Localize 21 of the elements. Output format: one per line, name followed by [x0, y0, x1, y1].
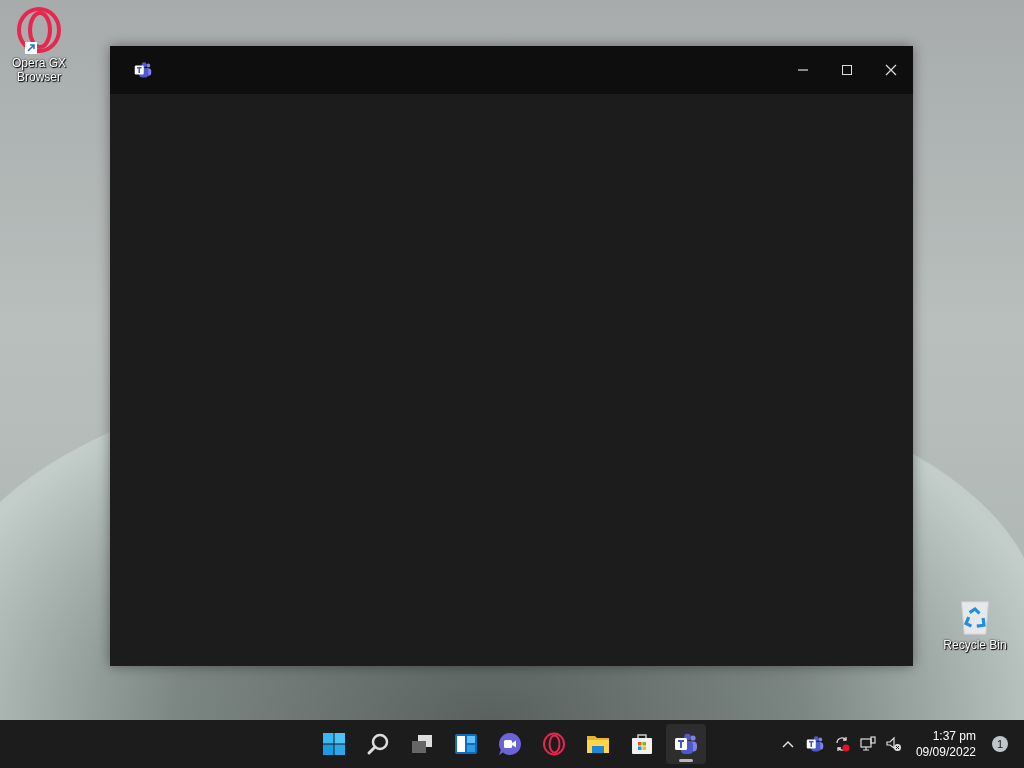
search-icon	[366, 732, 390, 756]
notification-badge[interactable]: 1	[992, 736, 1008, 752]
shopping-bag-icon	[630, 732, 654, 756]
teams-logo-icon[interactable]	[805, 735, 824, 753]
maximize-icon	[840, 63, 854, 77]
opera-o-icon	[542, 732, 566, 756]
clock-date[interactable]: 09/09/2022	[915, 744, 976, 760]
monitor-network-icon[interactable]	[859, 736, 876, 752]
widgets-icon	[454, 732, 478, 756]
sync-error-icon[interactable]	[833, 736, 850, 752]
close-icon	[884, 63, 898, 77]
taskbar-button[interactable]	[666, 724, 706, 764]
teams-logo-icon	[674, 732, 698, 756]
minimize-icon	[798, 69, 808, 71]
windows-logo-icon	[322, 732, 346, 756]
teams-logo-icon	[134, 61, 152, 79]
video-chat-icon	[498, 732, 522, 756]
stacked-windows-icon	[410, 732, 434, 756]
speaker-muted-icon[interactable]	[885, 736, 902, 752]
clock-time[interactable]: 1:37 pm	[932, 728, 976, 744]
shortcut-arrow-icon	[25, 42, 37, 54]
